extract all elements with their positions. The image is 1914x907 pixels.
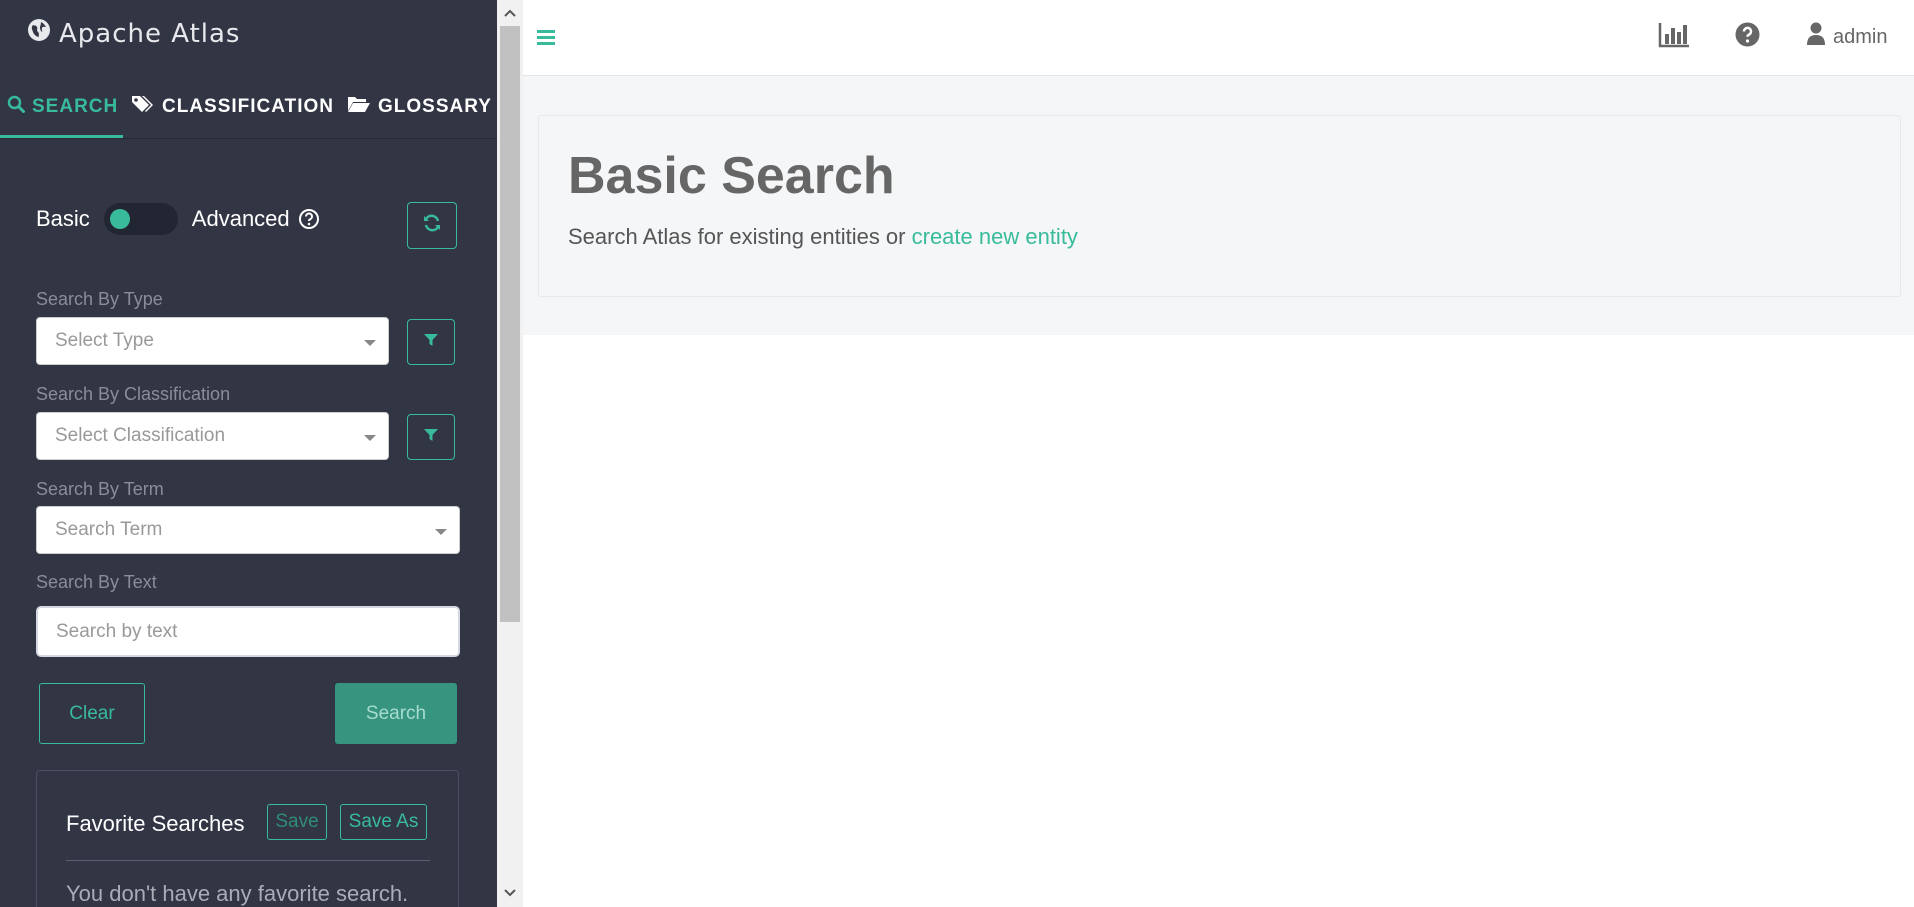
favorite-searches-panel: Favorite Searches Save Save As You don't…: [36, 770, 459, 907]
caret-down-icon: [435, 529, 447, 535]
bar-chart-icon[interactable]: [1658, 22, 1690, 53]
brand[interactable]: Apache Atlas: [27, 18, 240, 49]
term-select-placeholder: Search Term: [55, 519, 163, 540]
create-entity-link[interactable]: create new entity: [912, 224, 1078, 249]
mode-basic-label: Basic: [36, 206, 90, 231]
tab-glossary-label: GLOSSARY: [378, 96, 492, 117]
tab-glossary[interactable]: GLOSSARY: [347, 76, 492, 138]
folder-open-icon: [347, 95, 371, 119]
classification-select[interactable]: Select Classification: [36, 412, 389, 460]
page-subtitle: Search Atlas for existing entities or cr…: [568, 224, 1078, 250]
type-filter-button[interactable]: [407, 319, 455, 365]
hamburger-menu-icon[interactable]: [537, 28, 555, 46]
user-icon: [1807, 22, 1825, 52]
subtitle-text: Search Atlas for existing entities or: [568, 224, 912, 249]
search-mode-switch[interactable]: [103, 203, 178, 235]
active-tab-indicator: [0, 135, 123, 138]
search-mode-toggle-row: Basic Advanced: [36, 203, 320, 235]
user-name: admin: [1833, 25, 1888, 48]
search-by-term-label: Search By Term: [36, 479, 164, 499]
page-title: Basic Search: [568, 147, 895, 205]
type-select-placeholder: Select Type: [55, 330, 154, 351]
main-area: admin Basic Search Search Atlas for exis…: [523, 0, 1914, 907]
content-header-section: Basic Search Search Atlas for existing e…: [523, 76, 1914, 335]
term-select[interactable]: Search Term: [36, 506, 460, 554]
scrollbar-thumb[interactable]: [500, 26, 520, 622]
classification-select-placeholder: Select Classification: [55, 425, 226, 446]
tab-search[interactable]: SEARCH: [7, 76, 118, 138]
search-by-text-label: Search By Text: [36, 572, 157, 592]
filter-icon: [423, 427, 439, 448]
filter-icon: [423, 332, 439, 353]
search-by-type-label: Search By Type: [36, 289, 163, 309]
sidebar-scrollbar[interactable]: [497, 0, 523, 907]
favorite-save-button[interactable]: Save: [267, 804, 327, 840]
caret-down-icon: [364, 435, 376, 441]
scroll-down-arrow-icon[interactable]: [503, 886, 517, 900]
caret-down-icon: [364, 340, 376, 346]
mode-advanced-label: Advanced: [191, 206, 290, 231]
clear-button[interactable]: Clear: [39, 683, 145, 744]
globe-icon: [27, 18, 51, 49]
tags-icon: [131, 94, 155, 120]
search-button[interactable]: Search: [335, 683, 457, 744]
favorite-empty-message: You don't have any favorite search.: [66, 881, 409, 906]
tab-classification[interactable]: CLASSIFICATION: [131, 76, 334, 138]
scroll-up-arrow-icon[interactable]: [503, 6, 517, 20]
favorite-save-as-button[interactable]: Save As: [340, 804, 427, 840]
search-text-input[interactable]: [36, 606, 460, 657]
type-select[interactable]: Select Type: [36, 317, 389, 365]
refresh-button[interactable]: [407, 202, 457, 249]
intro-panel: Basic Search Search Atlas for existing e…: [538, 115, 1901, 297]
divider: [66, 860, 430, 861]
user-menu[interactable]: admin: [1807, 22, 1887, 52]
question-circle-icon[interactable]: [298, 208, 320, 230]
tab-classification-label: CLASSIFICATION: [162, 96, 334, 117]
favorite-searches-title: Favorite Searches: [66, 811, 245, 836]
classification-filter-button[interactable]: [407, 414, 455, 460]
sidebar-tabs: SEARCH CLASSIFICATION GLOSSARY: [0, 76, 497, 139]
help-icon[interactable]: [1735, 22, 1760, 52]
brand-title: Apache Atlas: [59, 18, 241, 49]
switch-knob: [109, 209, 130, 229]
search-icon: [7, 95, 25, 119]
sidebar: Apache Atlas SEARCH CLASSIFICATION GLOSS…: [0, 0, 497, 907]
refresh-icon: [422, 213, 442, 238]
search-by-classification-label: Search By Classification: [36, 384, 231, 404]
top-header: admin: [523, 0, 1914, 76]
tab-search-label: SEARCH: [32, 96, 119, 117]
